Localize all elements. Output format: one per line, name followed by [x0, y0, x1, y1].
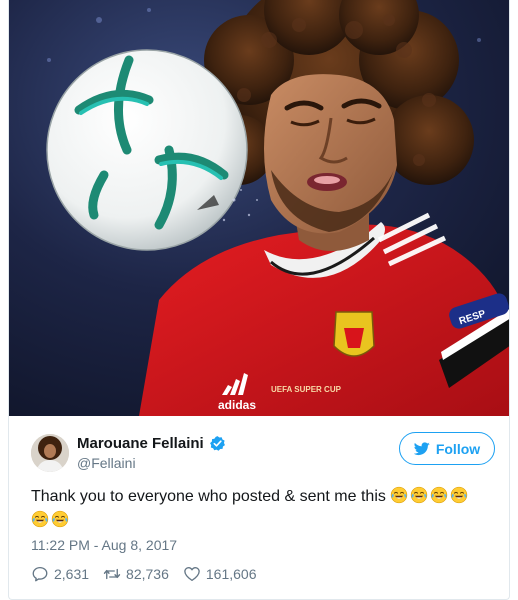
- retweet-icon: [103, 568, 121, 580]
- tears-of-joy-emoji-icon: [431, 486, 448, 504]
- reply-action[interactable]: 2,631: [31, 565, 89, 583]
- emoji-group-line1: [390, 486, 470, 505]
- tears-of-joy-emoji-icon: [451, 486, 468, 504]
- photo-illustration: RESP adidas UEFA SUPER CUP: [9, 0, 509, 416]
- reply-icon: [32, 566, 48, 582]
- display-name[interactable]: Marouane Fellaini: [77, 435, 226, 452]
- tweet-card: RESP adidas UEFA SUPER CUP Marouane Fell…: [8, 0, 510, 600]
- follow-button-label: Follow: [435, 440, 481, 457]
- tears-of-joy-emoji-icon: [411, 486, 428, 504]
- tears-of-joy-emoji-icon: [391, 486, 408, 504]
- retweet-action[interactable]: 82,736: [103, 565, 169, 583]
- tweet-text-content: Thank you to everyone who posted & sent …: [31, 488, 386, 505]
- adidas-logo-text: adidas: [218, 398, 256, 412]
- emoji-group-line2: [31, 510, 71, 529]
- tweet-timestamp[interactable]: 11:22 PM - Aug 8, 2017: [31, 537, 177, 553]
- super-cup-patch-text: UEFA SUPER CUP: [271, 385, 342, 394]
- follow-button[interactable]: Follow: [399, 432, 495, 465]
- tweet-text: Thank you to everyone who posted & sent …: [31, 485, 501, 533]
- heart-icon: [184, 567, 200, 582]
- tears-of-joy-emoji-icon: [31, 510, 49, 528]
- avatar[interactable]: [31, 434, 69, 472]
- twitter-bird-icon: [413, 441, 430, 456]
- tweet-header: Marouane Fellaini @Fellaini Follow: [9, 416, 509, 480]
- tweet-actions: 2,631 82,736 161,606: [31, 564, 256, 584]
- verified-badge-icon: [209, 435, 226, 452]
- like-action[interactable]: 161,606: [183, 565, 257, 583]
- reply-count: 2,631: [54, 566, 90, 582]
- like-count: 161,606: [205, 566, 257, 582]
- display-name-text: Marouane Fellaini: [77, 435, 204, 452]
- retweet-count: 82,736: [126, 566, 169, 582]
- avatar-image: [31, 434, 69, 472]
- tears-of-joy-emoji-icon: [51, 510, 69, 528]
- tweet-photo[interactable]: RESP adidas UEFA SUPER CUP: [9, 0, 509, 416]
- user-handle[interactable]: @Fellaini: [77, 455, 136, 471]
